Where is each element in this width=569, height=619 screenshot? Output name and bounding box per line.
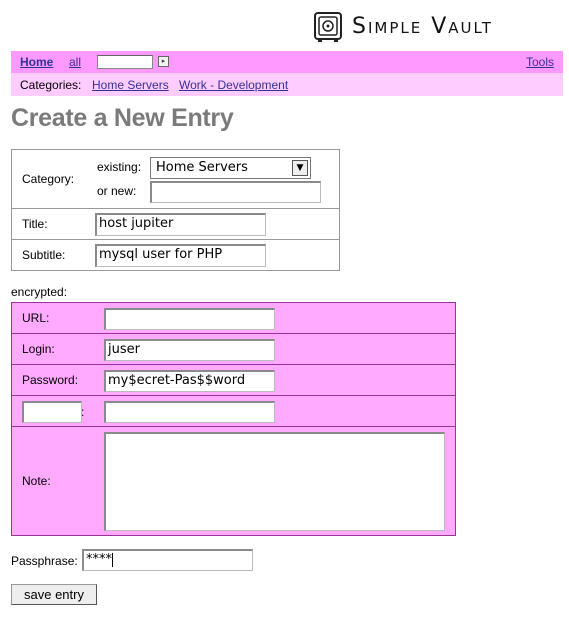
vault-icon bbox=[314, 12, 342, 42]
category-label: Category: bbox=[22, 172, 75, 186]
subtitle-input[interactable]: mysql user for PHP bbox=[95, 244, 266, 267]
nav-all-link[interactable]: all bbox=[69, 55, 81, 69]
note-label: Note: bbox=[22, 474, 51, 488]
divider bbox=[12, 239, 339, 240]
title-label: Title: bbox=[22, 217, 48, 231]
passphrase-input[interactable]: **** bbox=[82, 549, 253, 571]
divider bbox=[12, 208, 339, 209]
url-label: URL: bbox=[22, 311, 50, 325]
nav-bar: Home all ▸ Tools bbox=[11, 51, 563, 73]
app-logo: Simple Vault bbox=[314, 12, 493, 42]
custom-field-value-input[interactable] bbox=[104, 401, 275, 423]
save-entry-button[interactable]: save entry bbox=[11, 584, 97, 605]
subtitle-label: Subtitle: bbox=[22, 248, 66, 262]
categories-bar: Categories: Home Servers Work - Developm… bbox=[11, 73, 563, 96]
category-link-work-development[interactable]: Work - Development bbox=[179, 78, 288, 92]
categories-label: Categories: bbox=[20, 78, 82, 92]
password-input[interactable]: my$ecret-Pas$$word bbox=[104, 370, 275, 392]
login-label: Login: bbox=[22, 342, 55, 356]
login-input[interactable]: juser bbox=[104, 339, 275, 361]
text-cursor bbox=[112, 552, 113, 567]
category-link-home-servers[interactable]: Home Servers bbox=[92, 78, 169, 92]
chevron-down-icon: ▼ bbox=[292, 160, 308, 176]
search-input[interactable] bbox=[97, 55, 153, 69]
existing-category-select[interactable]: Home Servers ▼ bbox=[150, 157, 311, 179]
play-icon: ▸ bbox=[161, 58, 166, 65]
password-label: Password: bbox=[22, 373, 79, 387]
existing-label: existing: bbox=[97, 160, 142, 174]
nav-home-link[interactable]: Home bbox=[20, 55, 53, 69]
custom-field-separator: : bbox=[81, 405, 85, 419]
divider bbox=[12, 426, 455, 427]
encrypted-label: encrypted: bbox=[11, 285, 68, 299]
divider bbox=[12, 364, 455, 365]
search-go-button[interactable]: ▸ bbox=[158, 56, 169, 67]
page-title: Create a New Entry bbox=[11, 104, 234, 132]
title-input[interactable]: host jupiter bbox=[95, 213, 266, 236]
url-input[interactable] bbox=[104, 308, 275, 330]
new-category-label: or new: bbox=[97, 184, 137, 198]
custom-field-name-input[interactable] bbox=[22, 401, 82, 423]
passphrase-value: **** bbox=[86, 552, 112, 567]
note-textarea[interactable] bbox=[104, 432, 445, 531]
app-name: Simple Vault bbox=[352, 14, 493, 39]
divider bbox=[12, 333, 455, 334]
divider bbox=[12, 395, 455, 396]
nav-tools-link[interactable]: Tools bbox=[526, 55, 554, 69]
new-category-input[interactable] bbox=[150, 181, 321, 203]
passphrase-label: Passphrase: bbox=[11, 554, 78, 568]
existing-category-value: Home Servers bbox=[156, 160, 248, 175]
